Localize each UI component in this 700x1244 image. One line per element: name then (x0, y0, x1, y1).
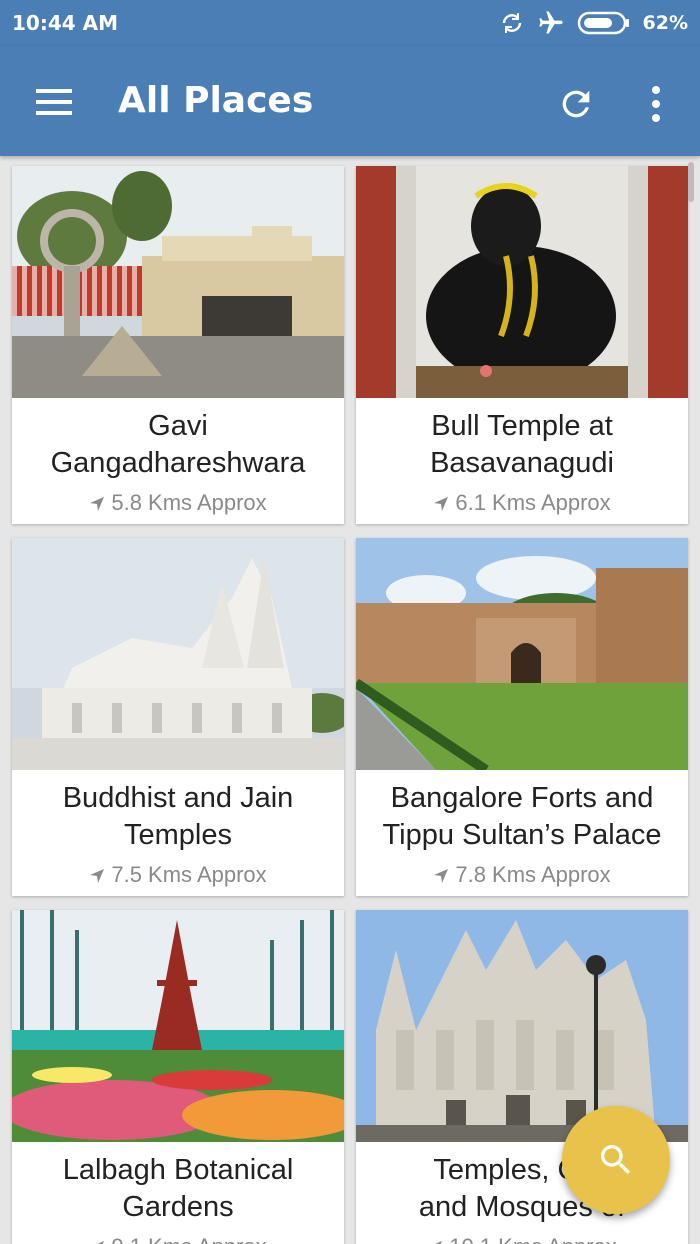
refresh-icon (562, 90, 590, 118)
place-title-line: Lalbagh Botanical (62, 1154, 294, 1186)
place-title: Lalbagh Botanical Gardens (22, 1152, 334, 1226)
place-distance: 9.1 Kms Approx (12, 1234, 344, 1244)
place-title: Buddhist and Jain Temples (22, 780, 334, 854)
search-icon (601, 1145, 631, 1175)
navigation-arrow-icon (434, 869, 449, 883)
place-title-line: Bangalore Forts and (390, 782, 654, 814)
navigation-arrow-icon (435, 1241, 443, 1244)
navigation-arrow-icon (90, 869, 105, 883)
battery-percent: 62% (642, 12, 688, 34)
status-time: 10:44 AM (12, 11, 119, 35)
place-title-line: Gangadhareshwara (50, 447, 306, 479)
place-card[interactable]: Bangalore Forts and Tippu Sultan’s Palac… (356, 538, 688, 896)
status-bar: 10:44 AM 62% (0, 0, 700, 46)
place-image (12, 910, 344, 1142)
place-distance: 6.1 Kms Approx (356, 490, 688, 516)
distance-text: 6.1 Kms Approx (455, 490, 611, 515)
refresh-button[interactable] (556, 84, 596, 124)
place-distance: 5.8 Kms Approx (12, 490, 344, 516)
page-title: All Places (118, 80, 314, 121)
place-card[interactable]: Gavi Gangadhareshwara 5.8 Kms Approx (12, 166, 344, 524)
status-icons: 62% (499, 9, 688, 37)
place-title-line: Gardens (122, 1191, 234, 1223)
search-fab-button[interactable] (562, 1106, 670, 1214)
place-title-line: Buddhist and Jain (62, 782, 294, 814)
sync-icon (502, 13, 521, 33)
place-image (12, 166, 344, 398)
place-title-line: Basavanagudi (430, 447, 614, 479)
navigation-arrow-icon (90, 497, 105, 511)
distance-text: 9.1 Kms Approx (111, 1234, 266, 1244)
place-image (356, 910, 688, 1142)
place-image (12, 538, 344, 770)
more-options-button[interactable] (640, 84, 672, 124)
place-image (356, 538, 688, 770)
place-title: Bull Temple at Basavanagudi (366, 408, 678, 482)
navigation-arrow-icon (97, 1241, 105, 1244)
place-title: Bangalore Forts and Tippu Sultan’s Palac… (366, 780, 678, 854)
place-distance: 10.1 Kms Approx (356, 1234, 688, 1244)
distance-text: 10.1 Kms Approx (449, 1234, 617, 1244)
place-distance: 7.5 Kms Approx (12, 862, 344, 888)
distance-text: 7.5 Kms Approx (111, 862, 267, 887)
more-vert-icon (652, 86, 660, 122)
scrollbar[interactable] (688, 162, 694, 202)
place-title: Gavi Gangadhareshwara (22, 408, 334, 482)
battery-icon (577, 11, 629, 35)
distance-text: 7.8 Kms Approx (455, 862, 611, 887)
menu-button[interactable] (34, 86, 74, 118)
place-title-line: Tippu Sultan’s Palace (382, 819, 662, 851)
airplane-icon (538, 11, 563, 34)
place-distance: 7.8 Kms Approx (356, 862, 688, 888)
place-card[interactable]: Bull Temple at Basavanagudi 6.1 Kms Appr… (356, 166, 688, 524)
place-card[interactable]: Lalbagh Botanical Gardens 9.1 Kms Approx (12, 910, 344, 1244)
app-bar: All Places (0, 46, 700, 156)
place-image (356, 166, 688, 398)
distance-text: 5.8 Kms Approx (111, 490, 267, 515)
place-title-line: Temples (124, 819, 232, 851)
place-card[interactable]: Buddhist and Jain Temples 7.5 Kms Approx (12, 538, 344, 896)
place-title-line: Gavi (148, 410, 208, 442)
menu-icon (36, 89, 72, 115)
place-title-line: Bull Temple at (431, 410, 613, 442)
navigation-arrow-icon (434, 497, 449, 511)
places-grid: Gavi Gangadhareshwara 5.8 Kms Approx Bul… (0, 156, 700, 1244)
